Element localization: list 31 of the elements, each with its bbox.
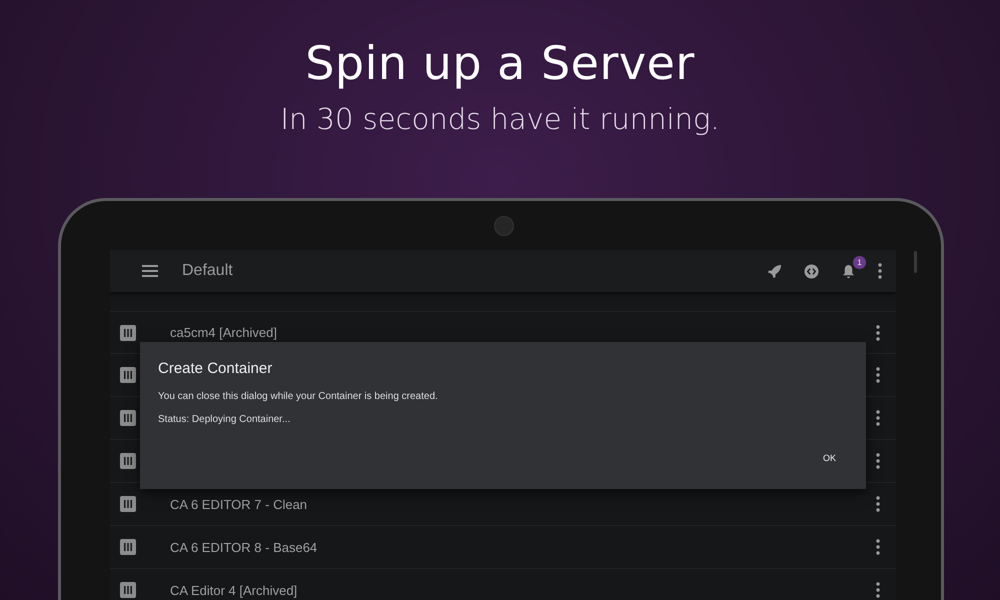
- bell-icon[interactable]: [841, 264, 856, 278]
- more-icon[interactable]: [876, 582, 880, 598]
- headline: Spin up a Server: [305, 36, 695, 90]
- subheadline: In 30 seconds have it running.: [280, 102, 720, 136]
- container-name[interactable]: CA 6 EDITOR 8 - Base64: [170, 540, 318, 554]
- more-icon[interactable]: [878, 263, 882, 279]
- more-icon[interactable]: [876, 410, 880, 426]
- rocket-icon[interactable]: [767, 264, 782, 278]
- menu-icon[interactable]: [142, 265, 158, 277]
- notification-badge: 1: [853, 256, 866, 268]
- dialog-message: You can close this dialog while your Container is being created.: [158, 391, 439, 402]
- container-icon: [120, 496, 136, 512]
- more-icon[interactable]: [876, 539, 880, 555]
- more-icon[interactable]: [876, 496, 880, 512]
- more-icon[interactable]: [876, 367, 880, 383]
- container-icon: [120, 410, 136, 426]
- more-icon[interactable]: [876, 324, 880, 340]
- container-icon: [120, 367, 136, 383]
- ok-button[interactable]: OK: [810, 447, 848, 469]
- container-name[interactable]: CA 6 EDITOR 7 - Clean: [170, 496, 308, 512]
- code-icon[interactable]: [804, 264, 819, 278]
- camera-icon: [494, 216, 514, 236]
- container-icon: [120, 324, 136, 340]
- more-icon[interactable]: [876, 453, 880, 469]
- container-name[interactable]: ca5cm4 [Archived]: [170, 325, 277, 340]
- dialog-status: Status: Deploying Container...: [158, 414, 292, 425]
- container-icon: [120, 453, 136, 469]
- container-icon: [120, 539, 136, 555]
- dialog-title: Create Container: [158, 360, 274, 377]
- toolbar-title: Default: [182, 262, 233, 280]
- container-name[interactable]: CA Editor 4 [Archived]: [170, 582, 298, 598]
